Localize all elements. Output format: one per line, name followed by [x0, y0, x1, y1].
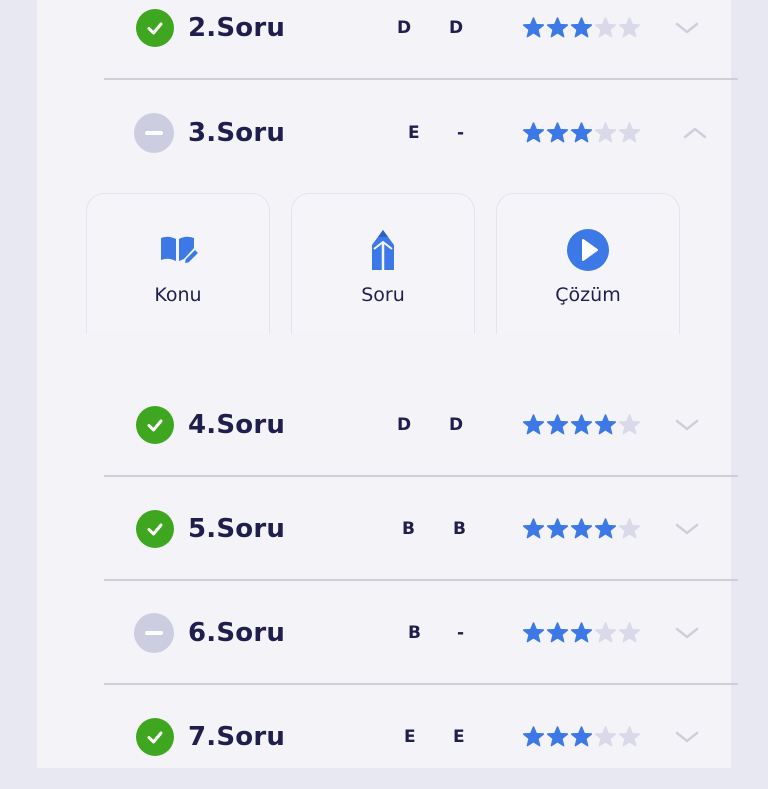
difficulty-rating: [522, 622, 641, 645]
difficulty-rating: [522, 122, 641, 145]
star-empty-icon: [618, 414, 641, 435]
star-filled-icon: [570, 518, 593, 539]
star-filled-icon: [546, 17, 569, 38]
chevron-down-icon[interactable]: [674, 625, 700, 641]
question-title: 6.Soru: [188, 618, 286, 648]
question-row-6[interactable]: 6.Soru B -: [104, 581, 738, 685]
star-filled-icon: [522, 518, 545, 539]
user-answer: B: [402, 519, 415, 539]
empty-answer-icon: [134, 613, 174, 653]
chevron-down-icon[interactable]: [674, 20, 700, 36]
chevron-down-icon[interactable]: [674, 417, 700, 433]
star-filled-icon: [546, 726, 569, 747]
cozum-button[interactable]: Çözüm: [496, 193, 680, 334]
correct-check-icon: [136, 9, 174, 47]
correct-check-icon: [136, 406, 174, 444]
correct-answer: -: [457, 123, 465, 143]
star-filled-icon: [522, 17, 545, 38]
konu-button[interactable]: Konu: [86, 193, 270, 334]
star-empty-icon: [594, 622, 617, 643]
correct-answer: B: [453, 519, 466, 539]
user-answer: E: [404, 727, 416, 747]
star-filled-icon: [546, 622, 569, 643]
correct-answer: -: [457, 623, 465, 643]
question-row-3[interactable]: 3.Soru E -: [104, 81, 738, 185]
star-filled-icon: [570, 726, 593, 747]
difficulty-rating: [522, 518, 641, 541]
user-answer: B: [408, 623, 421, 643]
star-empty-icon: [594, 17, 617, 38]
correct-check-icon: [136, 718, 174, 756]
book-edit-icon: [161, 236, 201, 265]
question-title: 2.Soru: [188, 13, 286, 43]
star-filled-icon: [522, 122, 545, 143]
user-answer: E: [408, 123, 420, 143]
star-filled-icon: [594, 414, 617, 435]
question-title: 3.Soru: [188, 118, 286, 148]
question-title: 5.Soru: [188, 514, 286, 544]
correct-answer: E: [453, 727, 465, 747]
question-row-4[interactable]: 4.Soru D D: [104, 373, 738, 477]
star-filled-icon: [570, 17, 593, 38]
star-empty-icon: [618, 122, 641, 143]
difficulty-rating: [522, 17, 641, 40]
question-actions: Konu Soru Çözüm: [86, 193, 682, 334]
star-filled-icon: [594, 518, 617, 539]
chevron-down-icon[interactable]: [674, 729, 700, 745]
star-filled-icon: [546, 414, 569, 435]
star-filled-icon: [546, 122, 569, 143]
star-empty-icon: [594, 726, 617, 747]
chevron-down-icon[interactable]: [674, 521, 700, 537]
correct-check-icon: [136, 510, 174, 548]
difficulty-rating: [522, 414, 641, 437]
row-divider: [104, 78, 738, 80]
question-title: 4.Soru: [188, 410, 286, 440]
correct-answer: D: [449, 18, 464, 38]
star-filled-icon: [522, 726, 545, 747]
star-empty-icon: [594, 122, 617, 143]
action-label: Konu: [154, 284, 202, 306]
empty-answer-icon: [134, 113, 174, 153]
star-empty-icon: [618, 17, 641, 38]
star-filled-icon: [570, 414, 593, 435]
soru-button[interactable]: Soru: [291, 193, 475, 334]
question-title: 7.Soru: [188, 722, 286, 752]
star-empty-icon: [618, 622, 641, 643]
star-filled-icon: [522, 414, 545, 435]
action-label: Soru: [361, 284, 405, 306]
chevron-up-icon[interactable]: [682, 125, 708, 141]
star-filled-icon: [522, 622, 545, 643]
question-list-panel: 2.Soru D D 3.Soru E - Konu Soru Çözüm 4.…: [37, 0, 738, 768]
star-empty-icon: [618, 518, 641, 539]
play-circle-icon: [567, 229, 609, 271]
star-filled-icon: [570, 622, 593, 643]
pencil-icon: [372, 230, 394, 270]
difficulty-rating: [522, 726, 641, 749]
star-empty-icon: [618, 726, 641, 747]
correct-answer: D: [449, 415, 464, 435]
user-answer: D: [397, 415, 412, 435]
star-filled-icon: [570, 122, 593, 143]
user-answer: D: [397, 18, 412, 38]
action-label: Çözüm: [555, 284, 621, 306]
question-row-7[interactable]: 7.Soru E E: [104, 685, 738, 789]
question-row-2[interactable]: 2.Soru D D: [104, 0, 738, 80]
question-row-5[interactable]: 5.Soru B B: [104, 477, 738, 581]
star-filled-icon: [546, 518, 569, 539]
